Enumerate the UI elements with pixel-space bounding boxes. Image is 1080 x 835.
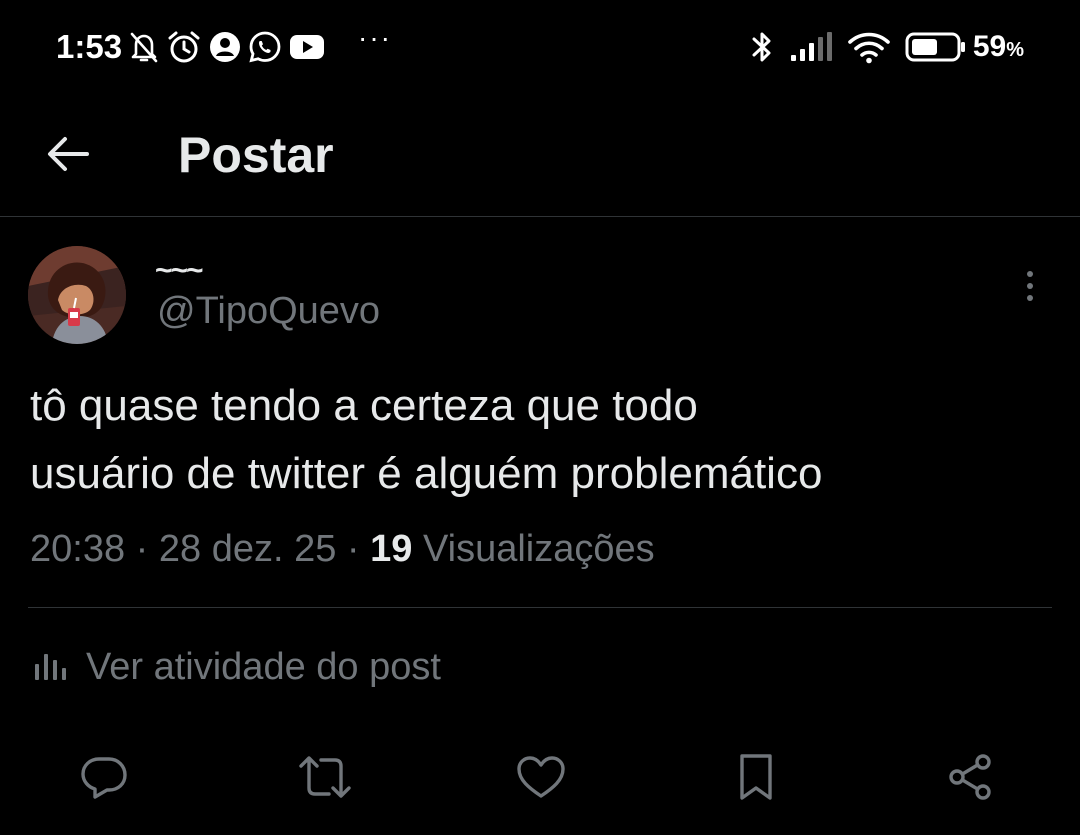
meta-separator: · [346, 528, 360, 570]
post-activity-link[interactable]: Ver atividade do post [32, 640, 441, 694]
bookmark-button[interactable] [724, 745, 788, 809]
arrow-left-icon [48, 137, 89, 171]
bell-off-icon [130, 32, 158, 63]
more-dot [1027, 295, 1033, 301]
battery-percentage: 59% [972, 30, 1024, 63]
whatsapp-icon [249, 31, 281, 63]
alarm-icon [168, 31, 200, 63]
bookmark-icon [740, 754, 772, 800]
views-label: Visualizações [422, 528, 655, 570]
more-options-button[interactable] [1010, 264, 1050, 308]
post-text-line: usuário de twitter é alguém problemático [30, 449, 823, 498]
bluetooth-icon [752, 32, 771, 62]
like-button[interactable] [509, 745, 573, 809]
back-button[interactable] [38, 124, 98, 184]
avatar[interactable] [28, 246, 126, 344]
post-time[interactable]: 20:38 [30, 528, 125, 570]
post-actions-bar [0, 745, 1080, 809]
avatar-image [28, 246, 126, 344]
share-button[interactable] [938, 745, 1002, 809]
repost-button[interactable] [293, 745, 357, 809]
page-title: Postar [178, 127, 334, 183]
system-icons: 59% [749, 27, 1024, 67]
share-icon [949, 754, 991, 800]
like-icon [517, 756, 565, 798]
app-notification-icon [210, 32, 240, 62]
wifi-icon [848, 32, 890, 64]
post-text-line: tô quase tendo a certeza que todo [30, 381, 698, 430]
reply-icon [81, 757, 127, 799]
post-date[interactable]: 28 dez. 25 [159, 528, 336, 570]
analytics-icon [35, 654, 66, 680]
status-time: 1:53 [56, 28, 123, 65]
more-dots-icon [1027, 271, 1033, 277]
youtube-icon [290, 35, 324, 59]
top-app-bar: Postar [0, 96, 1080, 217]
battery-icon [905, 32, 965, 62]
repost-icon [299, 756, 351, 798]
divider [28, 607, 1052, 608]
signal-icon [790, 32, 832, 61]
display-name[interactable]: ~~~ [155, 254, 204, 288]
post-text: tô quase tendo a certeza que todo usuári… [30, 372, 1060, 508]
meta-separator: · [135, 528, 149, 570]
more-notifications-indicator: ··· [358, 22, 392, 53]
status-bar: 1:53 ··· 59% [0, 0, 1080, 96]
reply-button[interactable] [72, 745, 136, 809]
notification-icons [128, 28, 326, 66]
activity-label: Ver atividade do post [86, 645, 441, 688]
post-metadata: 20:38 · 28 dez. 25 · 19 Visualizações [30, 528, 655, 571]
views-count: 19 [370, 528, 413, 570]
more-dot [1027, 283, 1033, 289]
user-handle[interactable]: @TipoQuevo [157, 290, 380, 333]
